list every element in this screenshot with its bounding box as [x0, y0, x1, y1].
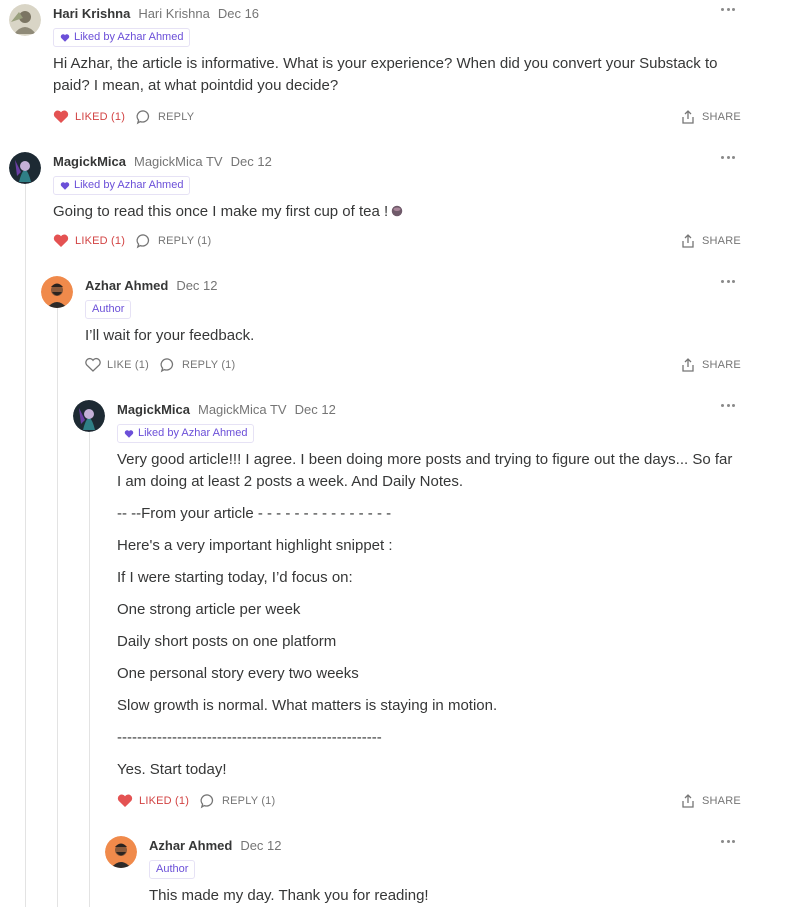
comment-paragraph: One strong article per week: [117, 601, 301, 618]
author-name[interactable]: MagickMica: [53, 154, 126, 169]
comment: Hari Krishna Hari Krishna Dec 16 Liked b…: [0, 0, 792, 140]
reply-label: REPLY (1): [182, 359, 236, 371]
reply-label: REPLY (1): [222, 795, 276, 807]
more-dots-icon[interactable]: [718, 2, 738, 16]
comment: MagickMica MagickMica TV Dec 12 Liked by…: [0, 396, 792, 832]
comment-paragraph: One personal story every two weeks: [117, 665, 359, 682]
badge-label: Liked by Azhar Ahmed: [74, 179, 184, 191]
share-label: SHARE: [702, 235, 741, 247]
comment-text-span: Going to read this once I make my first …: [53, 203, 389, 220]
comment-date[interactable]: Dec 12: [176, 278, 217, 293]
share-button[interactable]: SHARE: [680, 357, 741, 373]
reply-button[interactable]: REPLY (1): [200, 793, 275, 809]
share-icon: [682, 358, 694, 372]
share-icon: [682, 110, 694, 124]
avatar[interactable]: [9, 4, 41, 36]
reply-button[interactable]: REPLY (1): [136, 233, 211, 249]
badge-label: Liked by Azhar Ahmed: [74, 31, 184, 43]
comment-text: This made my day. Thank you for reading!: [149, 887, 429, 904]
share-label: SHARE: [702, 795, 741, 807]
like-label: LIKED (1): [139, 795, 190, 807]
like-button[interactable]: LIKED (1): [117, 793, 189, 809]
author-name[interactable]: Azhar Ahmed: [149, 838, 232, 853]
heart-filled-icon: [53, 234, 69, 247]
share-button[interactable]: SHARE: [680, 793, 741, 809]
comment-date[interactable]: Dec 12: [240, 838, 281, 853]
author-handle[interactable]: MagickMica TV: [134, 154, 223, 169]
liked-by-author-badge: Liked by Azhar Ahmed: [53, 176, 191, 195]
badge-label: Author: [156, 863, 189, 875]
comment-paragraph: If I were starting today, I’d focus on:: [117, 569, 353, 586]
avatar[interactable]: [73, 400, 105, 432]
heart-badge-icon: [60, 33, 70, 42]
share-icon: [682, 234, 694, 248]
comment-paragraph: ----------------------------------------…: [117, 729, 382, 746]
comment-paragraph: Yes. Start today!: [117, 761, 227, 778]
more-dots-icon[interactable]: [718, 398, 738, 412]
heart-badge-icon: [60, 181, 70, 190]
badge-label: Liked by Azhar Ahmed: [138, 427, 248, 439]
comment-bubble-icon: [160, 358, 174, 373]
share-button[interactable]: SHARE: [680, 233, 741, 249]
author-handle[interactable]: Hari Krishna: [138, 6, 210, 21]
like-button[interactable]: LIKED (1): [53, 233, 125, 249]
share-label: SHARE: [702, 111, 741, 123]
heart-badge-icon: [124, 429, 134, 438]
comment-bubble-icon: [200, 794, 214, 809]
comment-date[interactable]: Dec 12: [295, 402, 336, 417]
more-dots-icon[interactable]: [718, 274, 738, 288]
liked-by-author-badge: Liked by Azhar Ahmed: [117, 424, 255, 443]
comment-paragraph: Very good article!!! I agree. I been doi…: [117, 451, 733, 490]
avatar[interactable]: [41, 276, 73, 308]
share-button[interactable]: SHARE: [680, 109, 741, 125]
reply-button[interactable]: REPLY (1): [160, 357, 235, 373]
comment-paragraph: Daily short posts on one platform: [117, 633, 337, 650]
author-handle[interactable]: MagickMica TV: [198, 402, 287, 417]
liked-by-author-badge: Liked by Azhar Ahmed: [53, 28, 191, 47]
comment-text: Going to read this once I make my first …: [53, 201, 733, 223]
comment-bubble-icon: [136, 234, 150, 249]
reply-label: REPLY (1): [158, 235, 212, 247]
more-dots-icon[interactable]: [718, 150, 738, 164]
comment: MagickMica MagickMica TV Dec 12 Liked by…: [0, 148, 792, 272]
comment: Azhar Ahmed Dec 12 Author This made my d…: [0, 832, 792, 907]
heart-outline-icon: [85, 357, 101, 372]
author-name[interactable]: Azhar Ahmed: [85, 278, 168, 293]
like-label: LIKED (1): [75, 111, 126, 123]
more-dots-icon[interactable]: [718, 834, 738, 848]
comment-text: Hi Azhar, the article is informative. Wh…: [53, 55, 718, 94]
comment: Azhar Ahmed Dec 12 Author I’ll wait for …: [0, 272, 792, 396]
author-name[interactable]: MagickMica: [117, 402, 190, 417]
like-label: LIKED (1): [75, 235, 126, 247]
heart-filled-icon: [117, 794, 133, 807]
like-button[interactable]: LIKED (1): [53, 109, 125, 125]
reply-button[interactable]: REPLY: [136, 109, 194, 125]
avatar[interactable]: [9, 152, 41, 184]
share-icon: [682, 794, 694, 808]
reply-label: REPLY: [158, 111, 195, 123]
comment-date[interactable]: Dec 16: [218, 6, 259, 21]
comment-date[interactable]: Dec 12: [231, 154, 272, 169]
author-name[interactable]: Hari Krishna: [53, 6, 130, 21]
badge-label: Author: [92, 303, 125, 315]
like-label: LIKE (1): [107, 359, 149, 371]
tea-cup-emoji: [391, 205, 403, 217]
comment-paragraph: -- --From your article - - - - - - - - -…: [117, 505, 392, 522]
comment-bubble-icon: [136, 110, 150, 125]
comment-paragraph: Here's a very important highlight snippe…: [117, 537, 393, 554]
comment-text: I’ll wait for your feedback.: [85, 327, 255, 344]
comment-paragraph: Slow growth is normal. What matters is s…: [117, 697, 498, 714]
author-badge: Author: [85, 300, 132, 319]
like-button[interactable]: LIKE (1): [85, 357, 149, 373]
heart-filled-icon: [53, 110, 69, 123]
share-label: SHARE: [702, 359, 741, 371]
avatar[interactable]: [105, 836, 137, 868]
author-badge: Author: [149, 860, 196, 879]
